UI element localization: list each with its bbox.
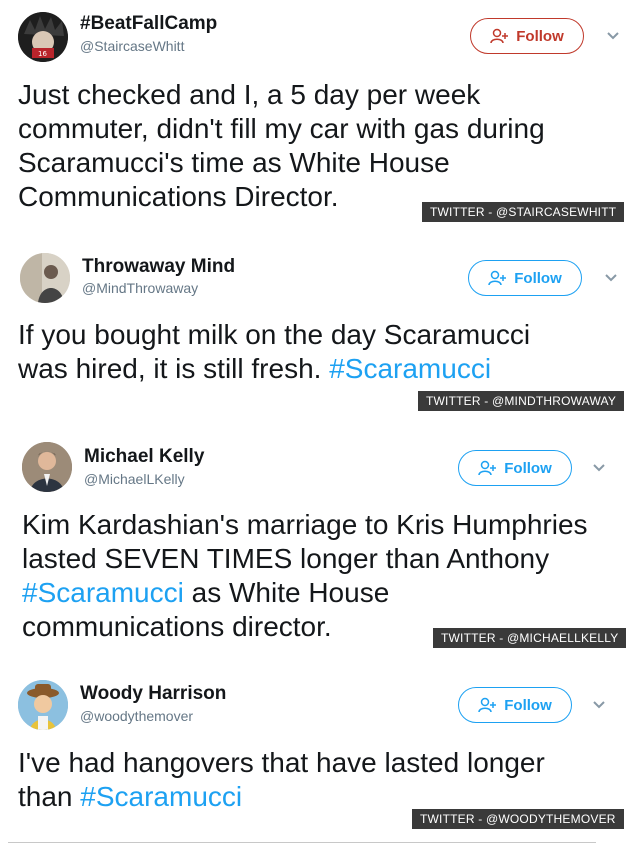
avatar[interactable]: 16 bbox=[18, 12, 68, 62]
follow-label: Follow bbox=[504, 696, 552, 714]
image-caption: TWITTER - @STAIRCASEWHITT bbox=[422, 202, 625, 222]
display-name[interactable]: Woody Harrison bbox=[80, 683, 226, 705]
username[interactable]: @MichaelLKelly bbox=[84, 471, 185, 487]
display-name[interactable]: #BeatFallCamp bbox=[80, 13, 217, 35]
tweet-text: If you bought milk on the day Scaramucci… bbox=[18, 318, 530, 386]
hashtag-link[interactable]: #Scaramucci bbox=[80, 781, 242, 812]
image-caption: TWITTER - @WOODYTHEMOVER bbox=[412, 809, 624, 829]
follow-button[interactable]: Follow bbox=[470, 18, 584, 54]
chevron-down-icon[interactable] bbox=[604, 273, 618, 283]
avatar[interactable] bbox=[18, 680, 68, 730]
tweet-text-body: Kim Kardashian's marriage to Kris Humphr… bbox=[22, 509, 588, 574]
image-caption: TWITTER - @MICHAELLKELLY bbox=[433, 628, 627, 648]
chevron-down-icon[interactable] bbox=[606, 31, 620, 41]
follow-button[interactable]: Follow bbox=[458, 687, 572, 723]
hashtag-link[interactable]: #Scaramucci bbox=[22, 577, 184, 608]
add-person-icon bbox=[490, 28, 509, 44]
tweet-text: I've had hangovers that have lasted long… bbox=[18, 746, 545, 814]
svg-text:16: 16 bbox=[38, 50, 47, 58]
follow-button[interactable]: Follow bbox=[458, 450, 572, 486]
username[interactable]: @woodythemover bbox=[80, 708, 193, 724]
username[interactable]: @MindThrowaway bbox=[82, 280, 198, 296]
add-person-icon bbox=[488, 270, 507, 286]
follow-button[interactable]: Follow bbox=[468, 260, 582, 296]
add-person-icon bbox=[478, 697, 497, 713]
tweet-text: Just checked and I, a 5 day per week com… bbox=[18, 79, 545, 212]
follow-label: Follow bbox=[504, 459, 552, 477]
avatar[interactable] bbox=[22, 442, 72, 492]
username[interactable]: @StaircaseWhitt bbox=[80, 38, 184, 54]
hashtag-link[interactable]: #Scaramucci bbox=[329, 353, 491, 384]
chevron-down-icon[interactable] bbox=[592, 700, 606, 710]
follow-label: Follow bbox=[514, 269, 562, 287]
add-person-icon bbox=[478, 460, 497, 476]
display-name[interactable]: Michael Kelly bbox=[84, 446, 204, 468]
avatar[interactable] bbox=[20, 253, 70, 303]
tweet-text: Kim Kardashian's marriage to Kris Humphr… bbox=[22, 508, 588, 644]
display-name[interactable]: Throwaway Mind bbox=[82, 256, 235, 278]
follow-label: Follow bbox=[516, 27, 564, 45]
divider bbox=[8, 842, 596, 843]
chevron-down-icon[interactable] bbox=[592, 463, 606, 473]
image-caption: TWITTER - @MINDTHROWAWAY bbox=[418, 391, 625, 411]
